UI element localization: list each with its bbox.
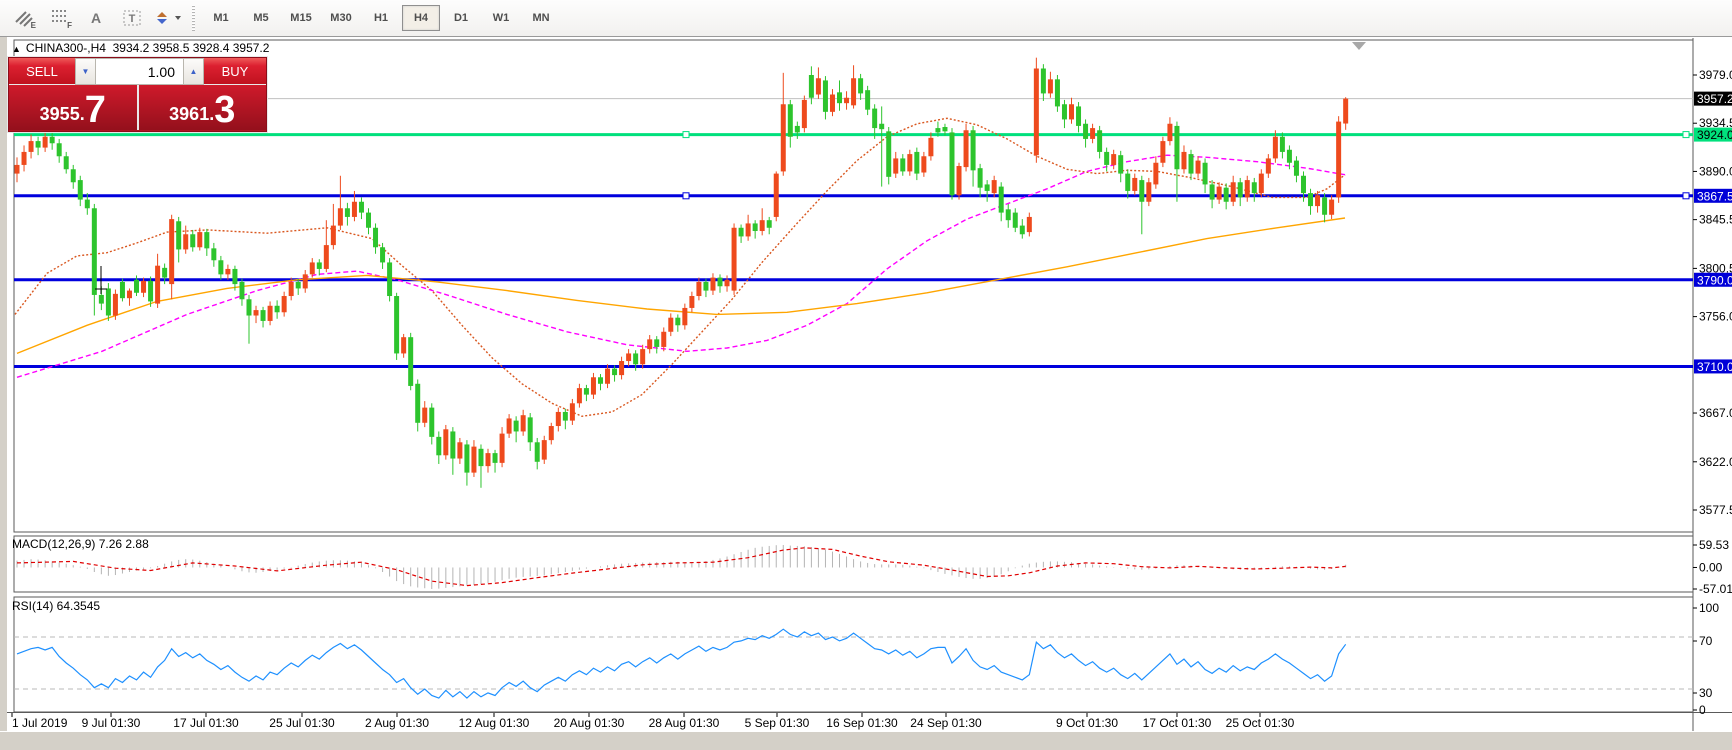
svg-text:0: 0 [1699, 703, 1706, 717]
volume-decrease-button[interactable]: ▼ [75, 58, 96, 85]
svg-text:3756.0: 3756.0 [1699, 310, 1732, 324]
time-axis-label: 25 Oct 01:30 [1226, 716, 1295, 730]
volume-increase-button[interactable]: ▲ [183, 58, 204, 85]
timeframe-D1[interactable]: D1 [442, 5, 480, 31]
sell-price[interactable]: 3955. 7 [9, 85, 139, 130]
time-axis-label: 1 Jul 2019 [12, 716, 68, 730]
time-axis-label: 12 Aug 01:30 [459, 716, 530, 730]
time-axis-label: 20 Aug 01:30 [554, 716, 625, 730]
time-axis-label: 17 Jul 01:30 [173, 716, 239, 730]
time-axis-label: 28 Aug 01:30 [649, 716, 720, 730]
timeframe-M30[interactable]: M30 [322, 5, 360, 31]
svg-text:3790.0: 3790.0 [1697, 273, 1732, 287]
buy-button[interactable]: BUY [204, 58, 266, 85]
sell-button[interactable]: SELL [9, 58, 75, 85]
time-axis-label: 25 Jul 01:30 [269, 716, 335, 730]
macd-label: MACD(12,26,9) 7.26 2.88 [12, 537, 149, 551]
timeframe-H4[interactable]: H4 [402, 5, 440, 31]
svg-text:59.53: 59.53 [1699, 538, 1729, 552]
toolbar: EFA T M1M5M15M30H1H4D1W1MN [0, 0, 1732, 37]
svg-text:3622.0: 3622.0 [1699, 455, 1732, 469]
time-axis-label: 2 Aug 01:30 [365, 716, 429, 730]
timeframe-W1[interactable]: W1 [482, 5, 520, 31]
time-axis-label: 9 Oct 01:30 [1056, 716, 1118, 730]
timeframe-M1[interactable]: M1 [202, 5, 240, 31]
time-axis-label: 9 Jul 01:30 [82, 716, 141, 730]
drawing-tools-group: EFA T [6, 4, 186, 32]
time-axis-label: 24 Sep 01:30 [910, 716, 982, 730]
draw-pattern-icon[interactable]: E [9, 4, 39, 32]
svg-text:30: 30 [1699, 686, 1713, 700]
svg-text:3890.0: 3890.0 [1699, 164, 1732, 178]
svg-text:0.00: 0.00 [1699, 560, 1723, 574]
svg-text:3845.5: 3845.5 [1699, 213, 1732, 227]
svg-text:3710.0: 3710.0 [1697, 360, 1732, 374]
timeframe-group: M1M5M15M30H1H4D1W1MN [201, 5, 561, 31]
sell-price-frac: 7 [85, 93, 106, 127]
time-axis-label: 17 Oct 01:30 [1143, 716, 1212, 730]
sort-arrows-icon[interactable] [153, 4, 183, 32]
time-axis-label: 5 Sep 01:30 [745, 716, 810, 730]
ohlc-readout: 3934.2 3958.5 3928.4 3957.2 [113, 41, 270, 55]
toolbar-grip [192, 5, 195, 31]
panel-frames [7, 38, 1732, 731]
svg-text:3667.0: 3667.0 [1699, 406, 1732, 420]
grid-pattern-icon[interactable]: F [45, 4, 75, 32]
timeframe-M5[interactable]: M5 [242, 5, 280, 31]
svg-text:-57.01: -57.01 [1699, 582, 1732, 596]
one-click-trading-widget: SELL ▼ ▲ BUY 3955. 7 3961. 3 [8, 57, 267, 132]
buy-price[interactable]: 3961. 3 [139, 85, 267, 130]
buy-price-int: 3961. [169, 101, 214, 127]
window-bottom-edge [0, 731, 1732, 750]
buy-price-frac: 3 [214, 93, 235, 127]
time-axis[interactable]: 1 Jul 2019 9 Jul 01:30 17 Jul 01:30 25 Jul … [12, 713, 1295, 730]
svg-text:T: T [129, 13, 136, 25]
time-axis-label: 16 Sep 01:30 [826, 716, 898, 730]
price-axis[interactable]: 3979.03934.53890.03845.53800.53756.03667… [1693, 68, 1732, 517]
chart-title: ▲ CHINA300-,H4 3934.2 3958.5 3928.4 3957.… [12, 41, 269, 55]
symbol-timeframe: CHINA300-,H4 [26, 41, 106, 55]
svg-text:3957.2: 3957.2 [1697, 92, 1732, 106]
collapse-icon[interactable]: ▲ [12, 44, 21, 54]
chart-canvas[interactable]: 3979.03934.53890.03845.53800.53756.03667… [7, 37, 1732, 732]
svg-text:100: 100 [1699, 601, 1719, 615]
svg-text:A: A [91, 10, 101, 26]
svg-text:70: 70 [1699, 634, 1713, 648]
svg-text:3924.0: 3924.0 [1697, 128, 1732, 142]
text-label-icon[interactable]: A [81, 4, 111, 32]
svg-text:3979.0: 3979.0 [1699, 68, 1732, 82]
timeframe-M15[interactable]: M15 [282, 5, 320, 31]
rsi-label: RSI(14) 64.3545 [12, 599, 100, 613]
timeframe-MN[interactable]: MN [522, 5, 560, 31]
svg-text:3577.5: 3577.5 [1699, 503, 1732, 517]
sell-price-int: 3955. [40, 101, 85, 127]
svg-text:3867.5: 3867.5 [1697, 189, 1732, 203]
chart-window[interactable]: 3979.03934.53890.03845.53800.53756.03667… [0, 37, 1732, 731]
timeframe-H1[interactable]: H1 [362, 5, 400, 31]
text-box-icon[interactable]: T [117, 4, 147, 32]
volume-input[interactable] [96, 58, 183, 85]
